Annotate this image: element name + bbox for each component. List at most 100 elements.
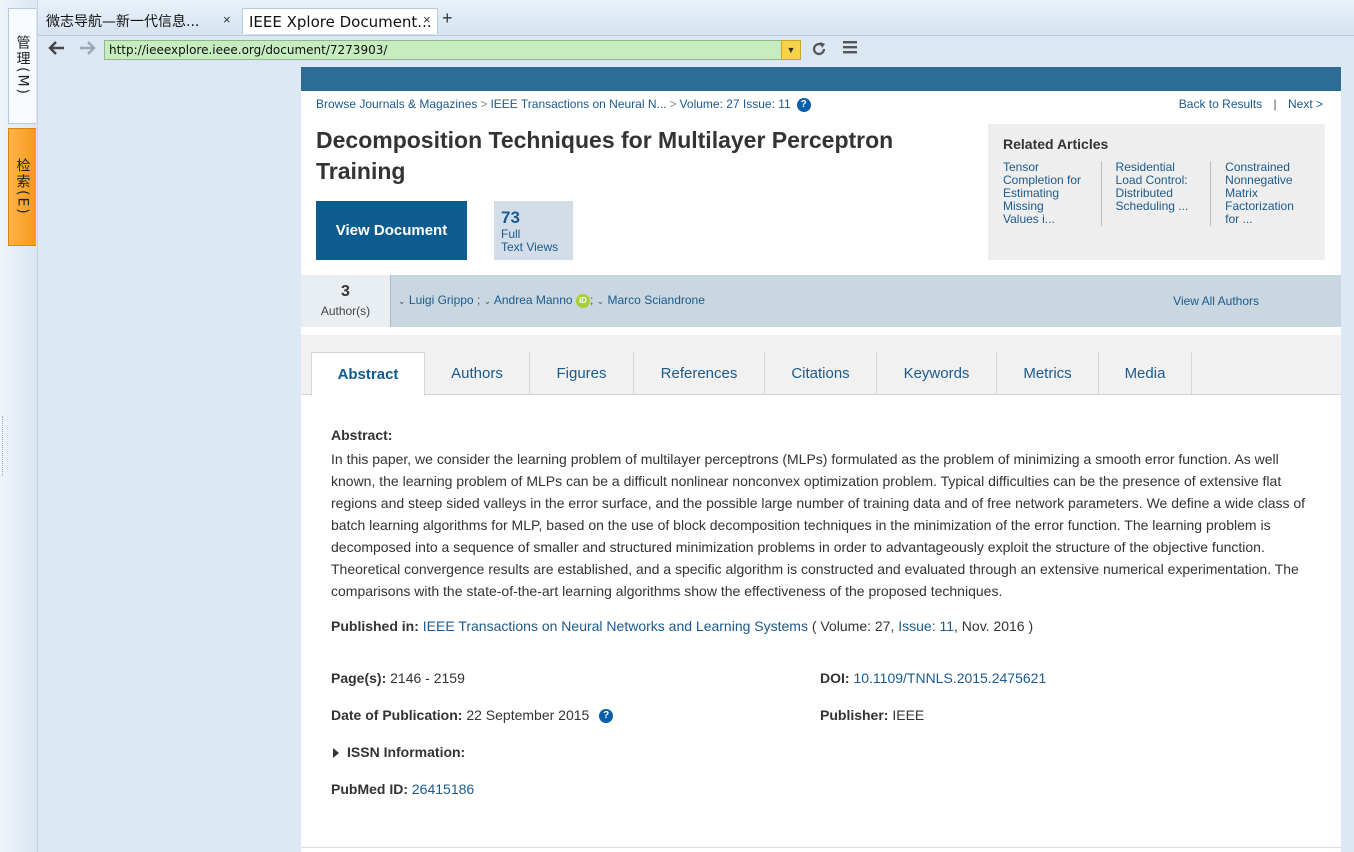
doi-link[interactable]: 10.1109/TNNLS.2015.2475621 — [853, 670, 1046, 686]
abstract-heading: Abstract: — [331, 427, 393, 443]
doi-field: DOI: 10.1109/TNNLS.2015.2475621 — [820, 670, 1046, 686]
related-article-link[interactable]: Constrained Nonnegative Matrix Factoriza… — [1210, 161, 1313, 226]
content-divider — [301, 847, 1341, 848]
tab-media[interactable]: Media — [1099, 352, 1192, 395]
published-in-label: Published in: — [331, 618, 419, 634]
author-separator: ; — [476, 293, 481, 307]
pages-field: Page(s): 2146 - 2159 — [331, 670, 465, 686]
published-in: Published in: IEEE Transactions on Neura… — [331, 618, 1033, 634]
related-article-line: Values i... — [1003, 212, 1055, 226]
full-text-views-badge[interactable]: 73 Full Text Views — [494, 201, 573, 260]
results-nav-divider: | — [1273, 97, 1277, 111]
date-value: 22 September 2015 — [466, 707, 590, 723]
chevron-down-icon[interactable]: ⌄ — [398, 296, 406, 306]
reload-icon[interactable] — [810, 40, 828, 62]
search-side-tab-label: 检索(E) — [14, 158, 31, 216]
breadcrumb-item-journal[interactable]: IEEE Transactions on Neural N... — [490, 97, 666, 111]
pubmed-field: PubMed ID: 26415186 — [331, 781, 474, 797]
issn-label: ISSN Information: — [347, 744, 466, 760]
side-panel-strip: 管理(M) 检索(E) — [0, 0, 38, 852]
browser-tab-2-active[interactable]: IEEE Xplore Document... — [242, 8, 438, 34]
article-tabs: Abstract Authors Figures References Cita… — [301, 335, 1341, 396]
forward-arrow-icon[interactable] — [78, 40, 96, 60]
issue-link[interactable]: Issue: 11 — [898, 618, 954, 634]
new-tab-icon[interactable]: + — [442, 8, 453, 29]
article-title: Decomposition Techniques for Multilayer … — [316, 127, 894, 184]
pubmed-link[interactable]: 26415186 — [412, 781, 474, 797]
results-navigation: Back to Results | Next > — [1179, 97, 1323, 111]
related-articles-panel: Related Articles Tensor Completion for E… — [988, 124, 1325, 260]
view-document-label: View Document — [335, 222, 448, 239]
author-separator: ; — [589, 293, 594, 307]
close-icon[interactable]: × — [223, 12, 231, 27]
related-article-line: Scheduling ... — [1115, 199, 1189, 213]
authors-bar: 3 Author(s) ⌄ Luigi Grippo ; ⌄ Andrea Ma… — [301, 275, 1341, 327]
tab-metrics[interactable]: Metrics — [997, 352, 1099, 395]
published-in-volume: ( Volume: 27, — [811, 618, 895, 634]
tab-citations[interactable]: Citations — [765, 352, 877, 395]
date-label: Date of Publication: — [331, 707, 463, 723]
publisher-value: IEEE — [892, 707, 925, 723]
abstract-text: In this paper, we consider the learning … — [331, 451, 1306, 599]
author-count: 3 — [341, 283, 350, 300]
tab-figures[interactable]: Figures — [530, 352, 634, 395]
author-list: ⌄ Luigi Grippo ; ⌄ Andrea Manno iD; ⌄ Ma… — [398, 293, 705, 308]
ieee-article-page: Browse Journals & Magazines > IEEE Transac… — [301, 67, 1341, 852]
view-all-authors-link[interactable]: View All Authors — [1173, 294, 1259, 308]
publisher-field: Publisher: IEEE — [820, 707, 924, 723]
date-of-publication-field: Date of Publication: 22 September 2015 ? — [331, 707, 614, 724]
related-articles-heading: Related Articles — [1003, 136, 1109, 152]
expand-triangle-icon — [333, 748, 339, 759]
chevron-down-icon[interactable]: ⌄ — [597, 296, 605, 306]
related-article-link[interactable]: Residential Load Control: Distributed Sc… — [1100, 161, 1211, 226]
tab-references[interactable]: References — [634, 352, 765, 395]
published-in-date: , Nov. 2016 ) — [954, 618, 1034, 634]
pages-value: 2146 - 2159 — [390, 670, 465, 686]
hamburger-menu-icon[interactable] — [842, 40, 858, 60]
full-text-views-count: 73 — [501, 208, 520, 227]
related-article-line: for ... — [1225, 212, 1253, 226]
journal-link[interactable]: IEEE Transactions on Neural Networks and… — [423, 618, 808, 634]
author-link[interactable]: Marco Sciandrone — [608, 293, 705, 307]
chevron-down-icon[interactable]: ⌄ — [484, 296, 492, 306]
full-text-views-label: Text Views — [501, 240, 559, 254]
view-document-button[interactable]: View Document — [316, 201, 467, 260]
next-result-link[interactable]: Next > — [1288, 97, 1323, 111]
breadcrumb: Browse Journals & Magazines > IEEE Transac… — [316, 97, 811, 112]
related-article-link[interactable]: Tensor Completion for Estimating Missing… — [1003, 161, 1101, 226]
author-count-label: Author(s) — [320, 304, 371, 318]
publisher-label: Publisher: — [820, 707, 889, 723]
address-bar-input[interactable]: http://ieeexplore.ieee.org/document/7273… — [104, 40, 782, 60]
pages-label: Page(s): — [331, 670, 387, 686]
browser-tab-1[interactable]: 微志导航—新一代信息... — [40, 8, 238, 34]
breadcrumb-item-volume[interactable]: Volume: 27 Issue: 11 — [680, 97, 791, 111]
help-circle-icon[interactable]: ? — [599, 709, 614, 724]
breadcrumb-separator: > — [480, 97, 488, 111]
help-circle-icon[interactable]: ? — [796, 97, 811, 112]
author-count-box: 3 Author(s) — [301, 275, 391, 327]
browser-tab-2-label: IEEE Xplore Document... — [249, 12, 432, 31]
browser-nav-bar: http://ieeexplore.ieee.org/document/7273… — [38, 36, 1354, 64]
breadcrumb-separator: > — [669, 97, 677, 111]
orcid-icon[interactable]: iD — [575, 293, 590, 308]
pubmed-label: PubMed ID: — [331, 781, 408, 797]
site-header-band — [301, 67, 1341, 91]
tab-authors[interactable]: Authors — [425, 352, 530, 395]
issn-toggle[interactable]: ISSN Information: — [333, 744, 465, 760]
author-link[interactable]: Andrea Manno — [494, 293, 573, 307]
back-arrow-icon[interactable] — [48, 40, 66, 60]
tab-keywords[interactable]: Keywords — [877, 352, 997, 395]
author-link[interactable]: Luigi Grippo — [409, 293, 474, 307]
tab-abstract[interactable]: Abstract — [311, 352, 425, 396]
doi-label: DOI: — [820, 670, 850, 686]
address-dropdown-icon[interactable]: ▼ — [781, 40, 801, 60]
close-icon[interactable]: × — [423, 12, 431, 27]
manage-side-tab[interactable]: 管理(M) — [8, 8, 36, 124]
manage-side-tab-label: 管理(M) — [14, 35, 31, 97]
browser-tab-bar: 微志导航—新一代信息... × IEEE Xplore Document... … — [38, 0, 1354, 36]
resize-handle[interactable] — [2, 416, 4, 476]
search-side-tab[interactable]: 检索(E) — [8, 128, 36, 246]
browser-tab-1-label: 微志导航—新一代信息... — [46, 14, 200, 30]
back-to-results-link[interactable]: Back to Results — [1179, 97, 1262, 111]
breadcrumb-item-browse[interactable]: Browse Journals & Magazines — [316, 97, 477, 111]
